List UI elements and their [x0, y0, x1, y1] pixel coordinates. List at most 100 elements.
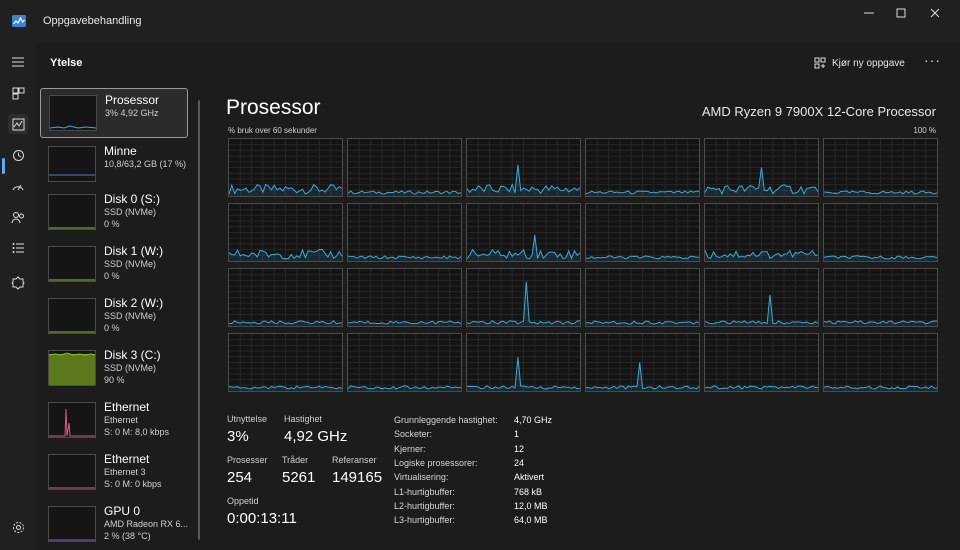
device-item[interactable]: Disk 2 (W:) SSD (NVMe) 0 % — [40, 292, 188, 342]
device-item[interactable]: Ethernet Ethernet S: 0 M: 8,0 kbps — [40, 396, 188, 446]
device-name: Prosessor — [105, 93, 160, 107]
spec-label: Kjerner: — [394, 443, 426, 454]
core-graph — [466, 268, 581, 327]
core-graph — [466, 333, 581, 392]
device-name: Ethernet — [104, 400, 150, 414]
handles-value: 149165 — [332, 469, 383, 486]
startup-icon[interactable] — [8, 176, 28, 196]
core-graphs-grid — [228, 138, 938, 398]
maximize-icon — [896, 8, 906, 18]
core-graph — [347, 203, 462, 262]
core-graph — [585, 138, 700, 197]
device-name: Disk 3 (C:) — [104, 348, 161, 362]
utilization-value: 3% — [227, 428, 249, 445]
spec-value: 12 — [514, 443, 525, 454]
maximize-button[interactable] — [888, 6, 914, 22]
device-item[interactable]: Minne 10,8/63,2 GB (17 %) — [40, 140, 188, 190]
spec-label: L2-hurtigbuffer: — [394, 500, 455, 511]
device-detail: S: 0 M: 8,0 kbps — [104, 427, 170, 437]
device-detail: SSD (NVMe) — [104, 311, 157, 321]
device-name: Disk 0 (S:) — [104, 192, 161, 206]
device-name: Disk 1 (W:) — [104, 244, 164, 258]
core-graph — [823, 333, 938, 392]
device-thumbnail-graph — [48, 454, 96, 490]
services-icon[interactable] — [8, 273, 28, 293]
device-detail: Ethernet 3 — [104, 467, 146, 477]
core-graph — [585, 268, 700, 327]
spec-label: L1-hurtigbuffer: — [394, 486, 455, 497]
core-graph — [466, 203, 581, 262]
device-item[interactable]: GPU 0 AMD Radeon RX 6... 2 % (38 °C) — [40, 500, 188, 550]
device-name: GPU 0 — [104, 504, 141, 518]
device-thumbnail-graph — [48, 246, 96, 282]
threads-value: 5261 — [282, 469, 316, 486]
device-item[interactable]: Prosessor 3% 4,92 GHz — [40, 88, 188, 138]
device-detail: SSD (NVMe) — [104, 259, 157, 269]
spec-label: Socketer: — [394, 429, 433, 440]
device-item[interactable]: Disk 1 (W:) SSD (NVMe) 0 % — [40, 240, 188, 290]
device-thumbnail-graph — [48, 506, 96, 542]
spec-label: Virtualisering: — [394, 472, 449, 483]
processes-label: Prosesser — [227, 455, 268, 465]
performance-icon[interactable] — [8, 114, 28, 134]
device-name: Disk 2 (W:) — [104, 296, 164, 310]
spec-label: L3-hurtigbuffer: — [394, 515, 455, 526]
core-graph — [347, 138, 462, 197]
spec-value: 64,0 MB — [514, 515, 548, 526]
more-options-button[interactable]: ··· — [924, 52, 941, 68]
core-graph — [585, 333, 700, 392]
device-list-scrollbar[interactable] — [198, 100, 200, 540]
core-graph — [704, 268, 819, 327]
device-detail: SSD (NVMe) — [104, 363, 157, 373]
device-detail: 0 % — [104, 219, 120, 229]
core-graph — [228, 268, 343, 327]
details-icon[interactable] — [8, 238, 28, 258]
minimize-button[interactable] — [856, 6, 882, 22]
utilization-label: Utnyttelse — [227, 414, 268, 424]
core-graph — [823, 203, 938, 262]
device-detail: 0 % — [104, 323, 120, 333]
close-button[interactable] — [922, 6, 948, 22]
device-name: Ethernet — [104, 452, 150, 466]
core-graph — [704, 333, 819, 392]
device-thumbnail-graph — [48, 194, 96, 230]
core-graph — [823, 138, 938, 197]
graph-max-label: 100 % — [913, 126, 936, 135]
run-new-task-button[interactable]: Kjør ny oppgave — [814, 54, 905, 72]
history-icon[interactable] — [8, 145, 28, 165]
speed-value: 4,92 GHz — [284, 428, 348, 445]
uptime-label: Oppetid — [227, 496, 259, 506]
device-item[interactable]: Disk 0 (S:) SSD (NVMe) 0 % — [40, 188, 188, 238]
cpu-model: AMD Ryzen 9 7900X 12-Core Processor — [701, 104, 936, 119]
page-header: Ytelse Kjør ny oppgave ··· — [36, 42, 960, 84]
settings-icon[interactable] — [8, 517, 28, 537]
window-title: Oppgavebehandling — [43, 15, 142, 27]
core-graph — [704, 138, 819, 197]
device-item[interactable]: Ethernet Ethernet 3 S: 0 M: 0 kbps — [40, 448, 188, 498]
device-detail: 90 % — [104, 375, 125, 385]
task-manager-app-icon — [12, 14, 26, 27]
run-new-task-label: Kjør ny oppgave — [832, 57, 905, 69]
core-graph — [347, 333, 462, 392]
users-icon[interactable] — [8, 207, 28, 227]
minimize-icon — [864, 12, 874, 14]
processes-value: 254 — [227, 469, 253, 486]
cpu-stats: Utnyttelse 3% Hastighet 4,92 GHz Prosess… — [226, 414, 936, 550]
device-detail: 10,8/63,2 GB (17 %) — [104, 159, 187, 169]
menu-icon[interactable] — [8, 52, 28, 72]
graph-caption: % bruk over 60 sekunder — [228, 126, 317, 135]
device-thumbnail-graph — [48, 350, 96, 386]
title-bar: Oppgavebehandling — [0, 0, 960, 42]
spec-label: Grunnleggende hastighet: — [394, 415, 498, 425]
device-item[interactable]: Disk 3 (C:) SSD (NVMe) 90 % — [40, 344, 188, 394]
core-graph — [823, 268, 938, 327]
core-graph — [704, 203, 819, 262]
device-detail: 2 % (38 °C) — [104, 531, 151, 541]
speed-label: Hastighet — [284, 414, 323, 424]
device-detail: S: 0 M: 0 kbps — [104, 479, 162, 489]
cpu-panel: Prosessor AMD Ryzen 9 7900X 12-Core Proc… — [226, 86, 938, 550]
device-thumbnail-graph — [48, 298, 96, 334]
core-graph — [228, 203, 343, 262]
processes-icon[interactable] — [8, 83, 28, 103]
spec-value: 24 — [514, 457, 525, 468]
